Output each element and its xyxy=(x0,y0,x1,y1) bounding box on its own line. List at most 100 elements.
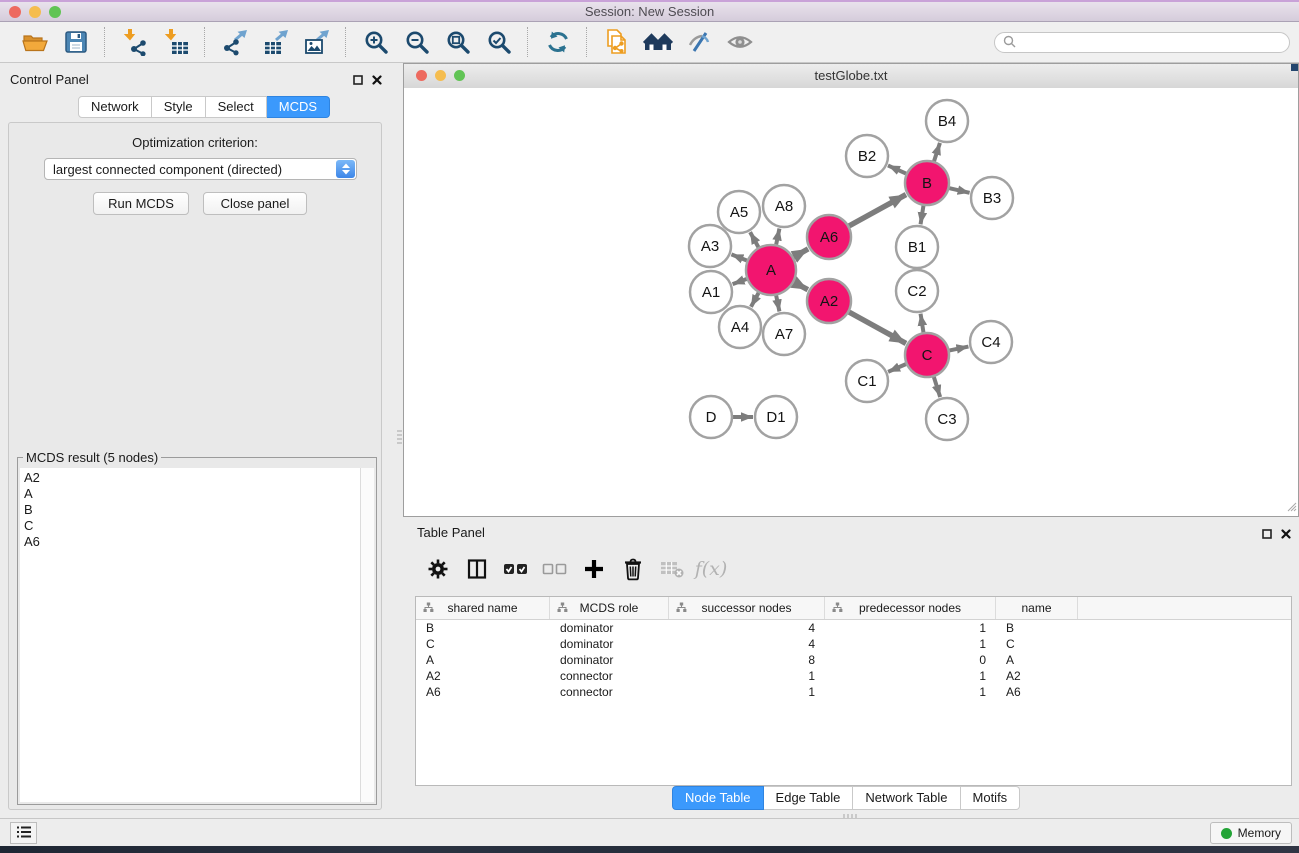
float-panel-icon[interactable] xyxy=(353,73,363,88)
tab-select[interactable]: Select xyxy=(206,96,267,118)
mcds-result-item[interactable]: A xyxy=(20,486,360,502)
network-canvas[interactable]: B4B2BB3A5A8A6A3AB1A1C2A2A4A7C4CC1DD1C3 xyxy=(404,88,1298,516)
tab-network-table[interactable]: Network Table xyxy=(853,786,960,810)
edge-A-A3[interactable] xyxy=(731,254,746,260)
tab-style[interactable]: Style xyxy=(152,96,206,118)
column-header-successor-nodes[interactable]: successor nodes xyxy=(669,597,825,619)
network-close-button[interactable] xyxy=(416,70,427,81)
mcds-result-scrollbar[interactable] xyxy=(360,468,374,802)
table-cell: A6 xyxy=(416,684,550,700)
export-table-icon[interactable] xyxy=(260,26,291,58)
zoom-window-button[interactable] xyxy=(49,6,61,18)
resize-grip-icon[interactable] xyxy=(1284,499,1297,515)
tab-motifs[interactable]: Motifs xyxy=(961,786,1021,810)
control-panel-title: Control Panel xyxy=(10,72,89,87)
edge-B-B1[interactable] xyxy=(921,206,924,225)
edge-B-B4[interactable] xyxy=(934,143,940,161)
deselect-all-columns-icon[interactable] xyxy=(538,552,572,586)
search-input[interactable] xyxy=(1021,34,1289,51)
close-window-button[interactable] xyxy=(9,6,21,18)
save-session-icon[interactable] xyxy=(60,26,91,58)
mcds-result-item[interactable]: A6 xyxy=(20,534,360,550)
column-header-name[interactable]: name xyxy=(996,597,1078,619)
mcds-result-item[interactable]: B xyxy=(20,502,360,518)
open-file-icon[interactable] xyxy=(19,26,50,58)
column-header-MCDS-role[interactable]: MCDS role xyxy=(550,597,669,619)
criterion-dropdown[interactable]: largest connected component (directed) xyxy=(44,158,357,180)
import-table-icon[interactable] xyxy=(160,26,191,58)
column-header-shared-name[interactable]: shared name xyxy=(416,597,550,619)
close-panel-icon[interactable] xyxy=(1281,527,1291,542)
first-neighbors-icon[interactable] xyxy=(642,26,673,58)
new-network-from-file-icon[interactable] xyxy=(601,26,632,58)
close-panel-button[interactable]: Close panel xyxy=(203,192,307,215)
edge-C-C4[interactable] xyxy=(950,347,969,351)
edge-C-C1[interactable] xyxy=(888,364,906,372)
edge-A6-B[interactable] xyxy=(849,195,906,226)
search-box[interactable] xyxy=(994,32,1290,53)
add-column-icon[interactable] xyxy=(577,552,611,586)
function-builder-icon: f(x) xyxy=(694,552,728,586)
mcds-result-list[interactable]: A2ABCA6 xyxy=(20,468,360,802)
run-mcds-button[interactable]: Run MCDS xyxy=(93,192,189,215)
network-zoom-button[interactable] xyxy=(454,70,465,81)
task-history-button[interactable] xyxy=(10,822,37,844)
edge-A-A7[interactable] xyxy=(776,295,779,311)
edge-A-A1[interactable] xyxy=(733,279,747,284)
export-image-icon[interactable] xyxy=(301,26,332,58)
window-titlebar[interactable]: Session: New Session xyxy=(0,0,1299,22)
table-row[interactable]: A2connector11A2 xyxy=(416,668,1291,684)
delete-column-icon[interactable] xyxy=(616,552,650,586)
show-graphics-details-icon[interactable] xyxy=(724,26,755,58)
select-all-columns-icon[interactable] xyxy=(499,552,533,586)
edge-C-C2[interactable] xyxy=(921,314,924,333)
export-network-icon[interactable] xyxy=(219,26,250,58)
column-header-label: MCDS role xyxy=(580,601,639,615)
tab-node-table[interactable]: Node Table xyxy=(672,786,764,810)
edge-A2-C[interactable] xyxy=(849,312,906,343)
table-cell: 1 xyxy=(669,668,825,684)
edge-B-B3[interactable] xyxy=(949,188,969,193)
tab-edge-table[interactable]: Edge Table xyxy=(764,786,854,810)
edge-A-A4[interactable] xyxy=(751,293,759,307)
column-header-predecessor-nodes[interactable]: predecessor nodes xyxy=(825,597,996,619)
table-toolbar: f(x) xyxy=(403,544,1299,594)
refresh-layout-icon[interactable] xyxy=(542,26,573,58)
hide-selected-icon[interactable] xyxy=(683,26,714,58)
float-panel-icon[interactable] xyxy=(1262,527,1272,542)
mcds-result-item[interactable]: C xyxy=(20,518,360,534)
table-row[interactable]: Adominator80A xyxy=(416,652,1291,668)
tab-network[interactable]: Network xyxy=(78,96,152,118)
minimize-window-button[interactable] xyxy=(29,6,41,18)
edge-A-A5[interactable] xyxy=(750,232,758,247)
table-row[interactable]: A6connector11A6 xyxy=(416,684,1291,700)
network-minimize-button[interactable] xyxy=(435,70,446,81)
zoom-in-icon[interactable] xyxy=(360,26,391,58)
main-toolbar xyxy=(0,22,1299,63)
zoom-selected-icon[interactable] xyxy=(483,26,514,58)
show-columns-icon[interactable] xyxy=(460,552,494,586)
memory-button[interactable]: Memory xyxy=(1210,822,1292,844)
zoom-fit-icon[interactable] xyxy=(442,26,473,58)
edge-B-B2[interactable] xyxy=(888,165,906,173)
table-cell: 1 xyxy=(825,668,996,684)
close-panel-icon[interactable] xyxy=(372,73,382,88)
tab-mcds[interactable]: MCDS xyxy=(267,96,330,118)
mcds-panel: Optimization criterion: largest connecte… xyxy=(8,122,382,810)
import-network-icon[interactable] xyxy=(119,26,150,58)
table-row[interactable]: Bdominator41B xyxy=(416,620,1291,636)
edge-A-A6[interactable] xyxy=(794,249,809,257)
table-row[interactable]: Cdominator41C xyxy=(416,636,1291,652)
edge-A-A8[interactable] xyxy=(776,229,779,245)
mcds-result-item[interactable]: A2 xyxy=(20,470,360,486)
zoom-out-icon[interactable] xyxy=(401,26,432,58)
vertical-splitter-handle[interactable] xyxy=(397,430,402,445)
edge-A-A2[interactable] xyxy=(794,282,808,289)
table-settings-gear-icon[interactable] xyxy=(421,552,455,586)
table-header-row: shared name MCDS role successor nodesprede… xyxy=(416,597,1291,620)
network-window-titlebar[interactable]: testGlobe.txt xyxy=(404,64,1298,89)
table-cell: A2 xyxy=(416,668,550,684)
network-graph[interactable]: B4B2BB3A5A8A6A3AB1A1C2A2A4A7C4CC1DD1C3 xyxy=(404,88,1298,516)
edge-C-C3[interactable] xyxy=(934,377,940,397)
node-label-A1: A1 xyxy=(702,284,720,301)
